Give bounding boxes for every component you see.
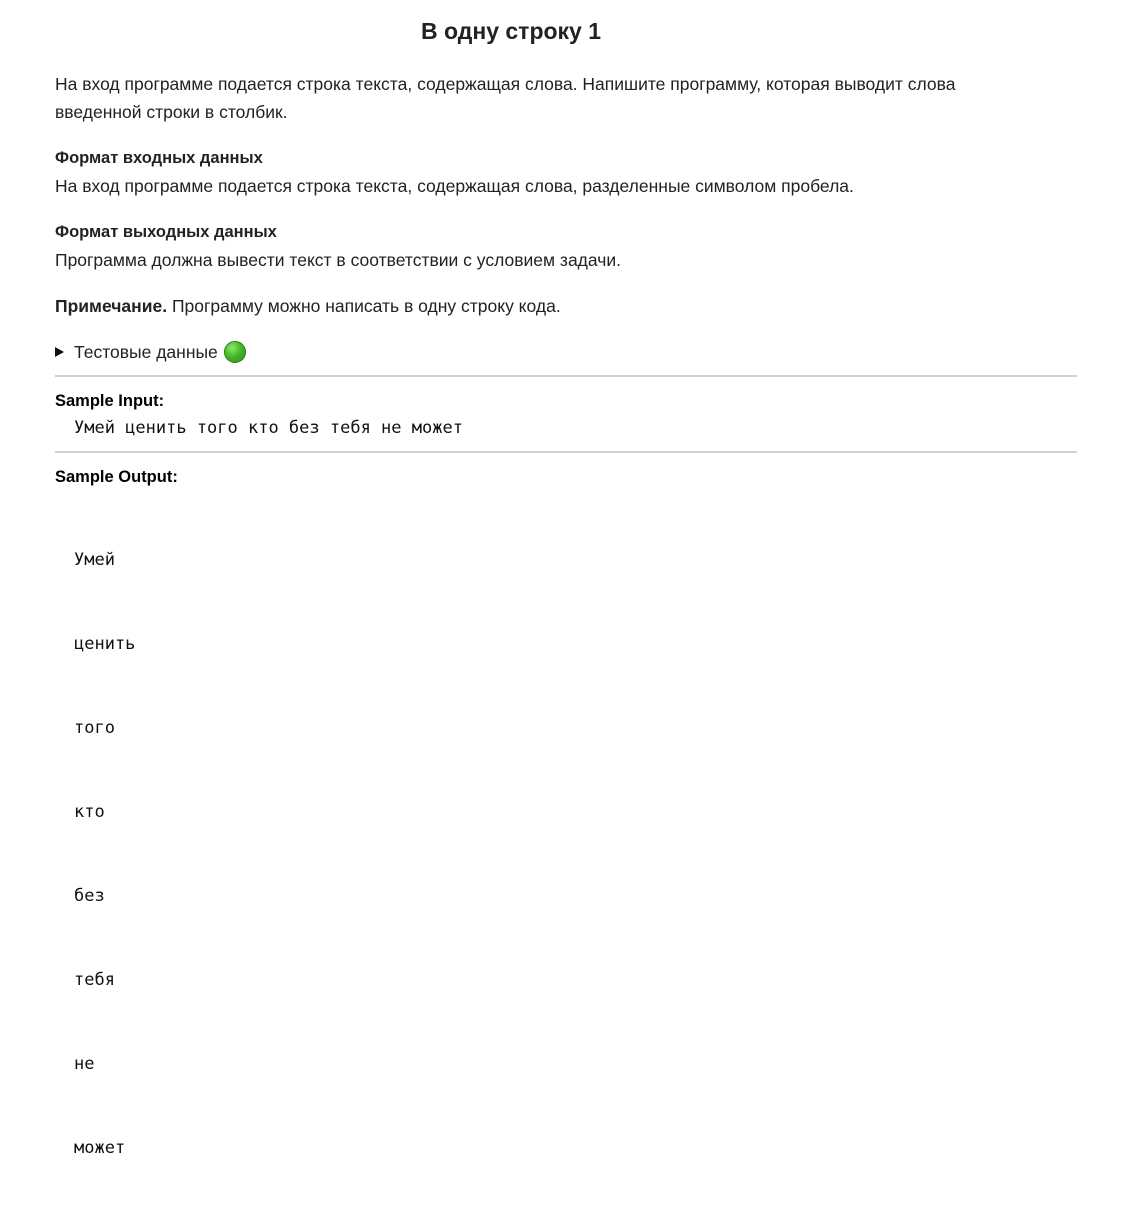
note-label: Примечание. <box>55 296 168 316</box>
output-line: ценить <box>74 634 136 654</box>
problem-description: На вход программе подается строка текста… <box>55 74 956 122</box>
sample-input-value: Умей ценить того кто без тебя не может <box>74 418 463 438</box>
output-line: кто <box>74 802 105 822</box>
input-format-text: На вход программе подается строка текста… <box>55 176 854 196</box>
green-circle-icon <box>223 341 246 363</box>
divider-middle <box>55 451 1077 453</box>
note: Примечание. Программу можно написать в о… <box>55 292 1015 320</box>
output-format-text: Программа должна вывести текст в соответ… <box>55 250 621 270</box>
output-line: может <box>74 1138 126 1158</box>
input-format-heading: Формат входных данных <box>55 149 263 167</box>
sample-output-lines: Умей ценить того кто без тебя не может <box>74 490 135 1218</box>
output-line: тебя <box>74 970 115 990</box>
disclosure-triangle-icon <box>55 347 64 357</box>
output-line: без <box>74 886 105 906</box>
test-data-toggle[interactable]: Тестовые данные <box>55 338 246 366</box>
output-line: того <box>74 718 115 738</box>
sample-input-label: Sample Input: <box>55 392 165 410</box>
sample-output-label: Sample Output: <box>55 468 178 486</box>
divider-top <box>55 375 1077 377</box>
note-text: Программу можно написать в одну строку к… <box>167 296 561 316</box>
page-title: В одну строку 1 <box>420 18 602 44</box>
test-data-label: Тестовые данные <box>74 341 218 362</box>
output-line: Умей <box>74 550 115 570</box>
output-format-heading: Формат выходных данных <box>55 223 277 241</box>
output-line: не <box>74 1054 95 1074</box>
